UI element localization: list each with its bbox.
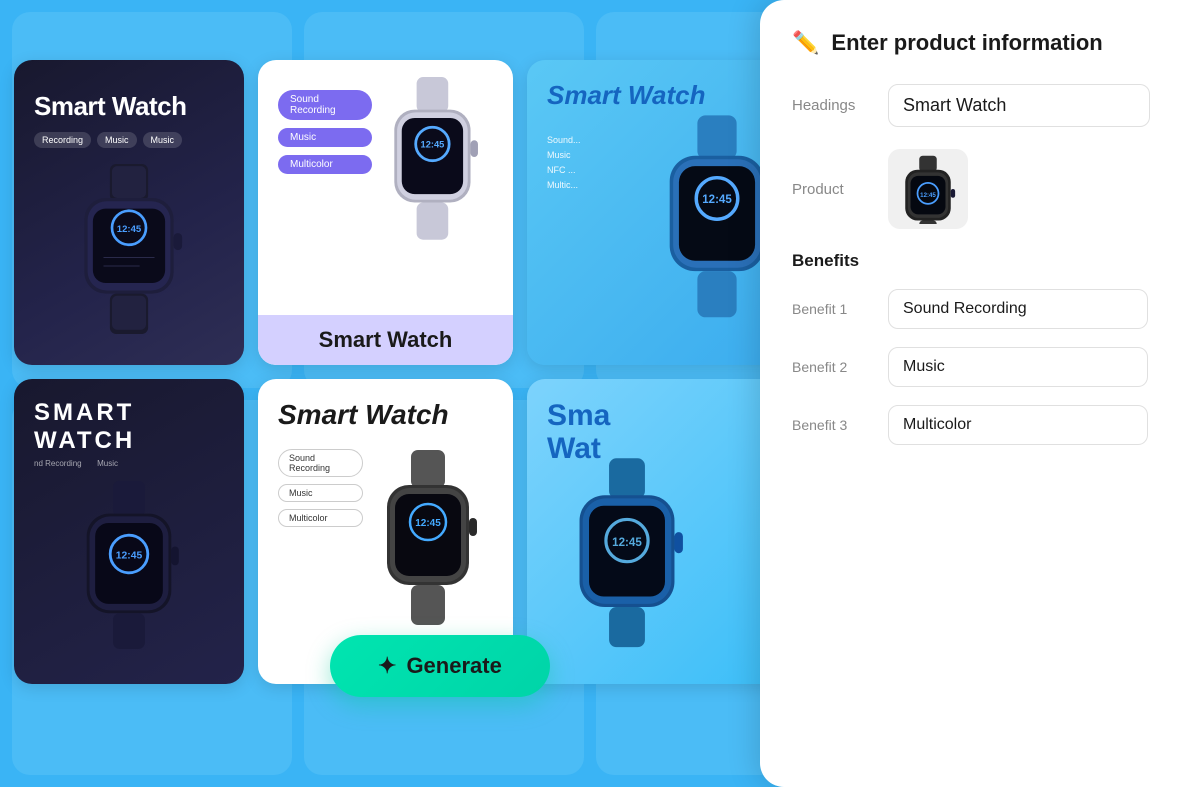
tag-music-3: Music <box>278 128 372 147</box>
watch-dark2-img: 12:45 <box>34 476 224 664</box>
tag-music-2: Music <box>143 132 183 148</box>
tag-sound2: Sound Recording <box>278 449 363 477</box>
watch-white-img: 12:45 <box>363 435 493 655</box>
feature-nfc: NFC ... <box>547 165 581 175</box>
card-dark-2: SMART WATCH nd Recording Music 12:45 <box>14 379 244 684</box>
card-2-footer: Smart Watch <box>258 315 513 365</box>
svg-text:12:45: 12:45 <box>116 551 143 562</box>
benefit-3-input[interactable] <box>888 405 1148 445</box>
benefit-1-label: Benefit 1 <box>792 301 872 317</box>
svg-text:12:45: 12:45 <box>117 224 142 235</box>
panel-title: Enter product information <box>831 30 1102 56</box>
product-label: Product <box>792 181 872 198</box>
watch-blue2-img: 12:45 <box>527 453 737 664</box>
watch-dark-img: 12:45 <box>49 164 209 334</box>
benefit-2-input[interactable] <box>888 347 1148 387</box>
feature-sound: Sound... <box>547 135 581 145</box>
generate-label: Generate <box>406 653 501 679</box>
generate-button[interactable]: ✦ Generate <box>330 635 550 697</box>
tag-multi2: Multicolor <box>278 509 363 527</box>
benefits-section: Benefits Benefit 1 Benefit 2 Benefit 3 <box>792 251 1148 445</box>
card-4-subtitle: nd Recording Music <box>34 459 118 468</box>
card-5-title: Smart Watch <box>278 399 493 431</box>
card-1-title: Smart Watch <box>34 91 186 122</box>
svg-text:12:45: 12:45 <box>920 192 936 199</box>
benefit-1-input[interactable] <box>888 289 1148 329</box>
headings-row: Headings <box>792 84 1148 127</box>
feature-music: Music <box>547 150 581 160</box>
edit-icon: ✏️ <box>792 30 819 56</box>
card-dark-1: Smart Watch Recording Music Music 12:45 <box>14 60 244 365</box>
tag-sound-recording: Sound Recording <box>278 90 372 120</box>
panel-header: ✏️ Enter product information <box>792 30 1148 56</box>
feature-multic: Multic... <box>547 180 581 190</box>
right-panel: ✏️ Enter product information Headings Pr… <box>760 0 1180 787</box>
tag-recording: Recording <box>34 132 91 148</box>
benefits-title: Benefits <box>792 251 1148 271</box>
headings-input[interactable] <box>888 84 1150 127</box>
svg-text:12:45: 12:45 <box>702 194 732 206</box>
card-2-tags: Sound Recording Music Multicolor <box>278 80 372 174</box>
card-5-tags: Sound Recording Music Multicolor <box>278 445 363 527</box>
benefit-1-row: Benefit 1 <box>792 289 1148 329</box>
product-thumbnail[interactable]: 12:45 <box>888 149 968 229</box>
product-row: Product 12:45 <box>792 149 1148 229</box>
card-white-purple: Sound Recording Music Multicolor 12:45 S… <box>258 60 513 365</box>
card-3-features: Sound... Music NFC ... Multic... <box>547 125 581 190</box>
svg-text:12:45: 12:45 <box>421 140 445 150</box>
svg-text:12:45: 12:45 <box>415 518 441 529</box>
benefit-2-row: Benefit 2 <box>792 347 1148 387</box>
tag-music-1: Music <box>97 132 137 148</box>
svg-text:12:45: 12:45 <box>612 536 642 549</box>
tag-multicolor: Multicolor <box>278 155 372 174</box>
generate-icon: ✦ <box>378 653 396 679</box>
card-1-tags: Recording Music Music <box>34 132 182 148</box>
tag-music4: Music <box>278 484 363 502</box>
benefit-3-label: Benefit 3 <box>792 417 872 433</box>
benefit-3-row: Benefit 3 <box>792 405 1148 445</box>
card-4-title: SMART WATCH <box>34 399 224 455</box>
card-2-footer-title: Smart Watch <box>270 327 501 353</box>
product-watch-thumbnail: 12:45 <box>893 154 963 224</box>
watch-silver-img: 12:45 <box>372 70 493 270</box>
benefit-2-label: Benefit 2 <box>792 359 872 375</box>
headings-label: Headings <box>792 97 872 114</box>
